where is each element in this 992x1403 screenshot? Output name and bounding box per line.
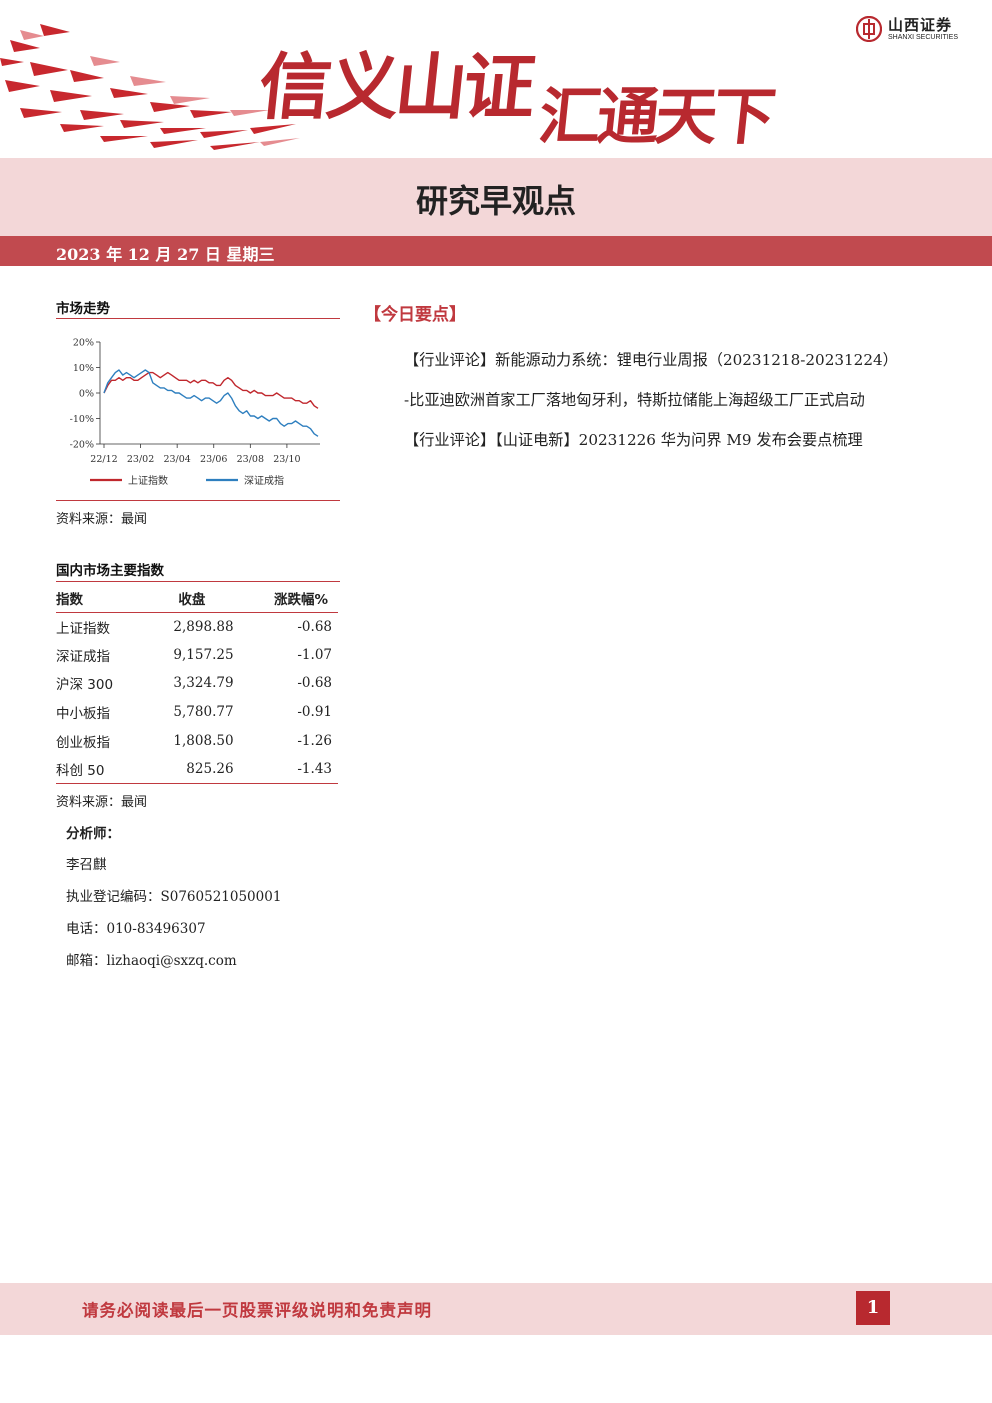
logo-chinese-name: 山西证券 <box>888 15 953 34</box>
x-tick-label: 23/04 <box>163 454 190 465</box>
index-change: -0.68 <box>297 618 332 635</box>
y-tick-label: -10% <box>70 414 94 425</box>
report-title: 研究早观点 <box>415 182 576 220</box>
index-close: 825.26 <box>140 754 244 785</box>
x-tick-label: 22/12 <box>90 454 117 465</box>
report-date: 2023 年 12 月 27 日 星期三 <box>56 245 275 264</box>
date-band: 2023 年 12 月 27 日 星期三 <box>0 236 992 266</box>
chart-bottom-rule <box>56 500 340 501</box>
index-table-header-row: 指数 收盘 涨跌幅% <box>56 584 338 613</box>
header-change: 涨跌幅% <box>243 584 338 613</box>
market-trend-rule <box>56 318 340 319</box>
index-name: 沪深 300 <box>56 677 114 694</box>
index-close: 9,157.25 <box>173 646 234 663</box>
index-close: 1,808.50 <box>173 732 234 749</box>
x-tick-label: 23/02 <box>127 454 154 465</box>
slogan-part1: 信义山证 <box>254 45 536 129</box>
chart-source: 资料来源：最闻 <box>56 512 148 527</box>
index-close: 5,780.77 <box>173 704 234 721</box>
legend-label: 深证成指 <box>244 474 284 487</box>
highlights-title: 【今日要点】 <box>364 305 466 325</box>
index-change: -1.43 <box>243 754 338 785</box>
index-name: 科创 50 <box>56 754 141 785</box>
market-trend-title: 市场走势 <box>56 301 110 317</box>
table-row: 上证指数 2,898.88 -0.68 <box>56 612 338 641</box>
analyst-name: 李召麒 <box>66 857 107 873</box>
slogan-part2: 汇通天下 <box>535 80 776 153</box>
disclaimer-notice: 请务必阅读最后一页股票评级说明和免责声明 <box>82 1301 432 1320</box>
footer: 请务必阅读最后一页股票评级说明和免责声明 1 <box>0 1283 992 1335</box>
highlight-item[interactable]: 【行业评论】新能源动力系统：锂电行业周报（20231218-20231224） <box>404 348 898 370</box>
analyst-phone: 电话：010-83496307 <box>66 921 206 937</box>
analyst-registration: 执业登记编码：S0760521050001 <box>66 889 282 905</box>
legend-label: 上证指数 <box>128 474 168 487</box>
header-close: 收盘 <box>140 584 244 613</box>
index-name: 中小板指 <box>56 706 110 723</box>
y-tick-label: 10% <box>73 363 94 374</box>
index-close: 3,324.79 <box>173 675 234 692</box>
table-row: 深证成指 9,157.25 -1.07 <box>56 641 338 670</box>
table-row: 科创 50 825.26 -1.43 <box>56 754 338 785</box>
index-name: 上证指数 <box>56 620 110 637</box>
x-tick-label: 23/06 <box>200 454 227 465</box>
header-banner: 信义山证 汇通天下 山西证券 SHANXI SECURITIES <box>0 0 992 158</box>
logo-mark-icon <box>856 16 882 42</box>
header-index: 指数 <box>56 584 141 613</box>
highlight-item[interactable]: -比亚迪欧洲首家工厂落地匈牙利，特斯拉储能上海超级工厂正式启动 <box>404 388 865 410</box>
index-change: -1.07 <box>297 646 332 663</box>
index-name: 深证成指 <box>56 648 110 665</box>
index-change: -0.68 <box>297 675 332 692</box>
x-tick-label: 23/08 <box>237 454 264 465</box>
y-tick-label: 20% <box>73 338 94 349</box>
table-row: 创业板指 1,808.50 -1.26 <box>56 726 338 755</box>
logo-english-name: SHANXI SECURITIES <box>888 33 959 41</box>
market-trend-chart: 20% 10% 0% -10% -20% 22/12 23/02 23/04 23/06 23/… <box>56 328 340 498</box>
analyst-email[interactable]: 邮箱：lizhaoqi@sxzq.com <box>66 949 237 969</box>
index-close: 2,898.88 <box>173 618 234 635</box>
index-change: -1.26 <box>297 732 332 749</box>
index-table-title: 国内市场主要指数 <box>56 563 164 579</box>
table-source: 资料来源：最闻 <box>56 795 148 810</box>
highlight-item[interactable]: 【行业评论】【山证电新】20231226 华为问界 M9 发布会要点梳理 <box>404 428 863 450</box>
title-band: 研究早观点 <box>0 158 992 236</box>
index-name: 创业板指 <box>56 734 110 751</box>
index-table: 指数 收盘 涨跌幅% 上证指数 2,898.88 -0.68 深证成指 9,15… <box>56 584 338 785</box>
analyst-label: 分析师： <box>66 826 120 842</box>
index-table-top-rule <box>56 581 340 582</box>
company-logo: 山西证券 SHANXI SECURITIES <box>856 16 958 42</box>
x-tick-label: 23/10 <box>273 454 300 465</box>
y-tick-label: 0% <box>79 389 94 400</box>
page-number: 1 <box>856 1291 890 1325</box>
series-line <box>103 371 319 409</box>
table-row: 中小板指 5,780.77 -0.91 <box>56 698 338 727</box>
market-trend-svg: 20% 10% 0% -10% -20% 22/12 23/02 23/04 23/06 23/… <box>70 338 320 487</box>
index-change: -0.91 <box>297 704 332 721</box>
table-row: 沪深 300 3,324.79 -0.68 <box>56 669 338 698</box>
y-tick-label: -20% <box>70 440 94 451</box>
